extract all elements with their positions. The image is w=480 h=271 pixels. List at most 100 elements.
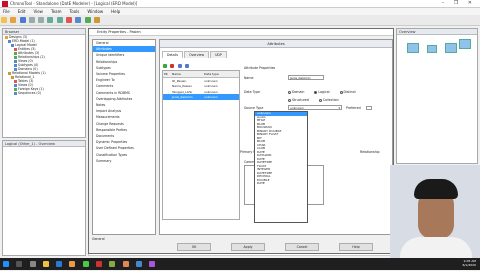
clock[interactable]: 9:05 AM 6/1/2020 <box>463 259 476 267</box>
source-type-value: unknown <box>290 106 304 110</box>
menu-bar: File Edit View Team Tools Window Help <box>0 8 480 15</box>
ok-button[interactable]: OK <box>177 243 211 251</box>
radio-option[interactable]: Logical <box>314 90 330 94</box>
cancel-button[interactable]: Cancel <box>285 243 319 251</box>
tree-item[interactable]: Sequences (0) <box>3 91 85 95</box>
edge-icon[interactable] <box>56 261 63 267</box>
source-type-dropdown[interactable]: unknown Audio BFILE BLOB BOOLEAN BINARY DOUBL… <box>254 111 308 223</box>
props-section-label: Attribute Properties <box>244 66 276 70</box>
start-icon[interactable] <box>3 261 9 267</box>
redo-icon[interactable] <box>56 17 63 23</box>
engineer-icon[interactable] <box>93 17 100 23</box>
view-icon[interactable] <box>75 17 82 23</box>
radio-option[interactable]: Domain <box>288 90 304 94</box>
right-panel-title: Overview <box>397 29 477 35</box>
table-row[interactable]: Nama_Pasien unknown <box>163 83 239 89</box>
app-icon-6[interactable] <box>135 261 142 267</box>
menu-item-file[interactable]: File <box>3 9 10 14</box>
datatype-label: Data Type <box>244 90 260 94</box>
preferred-select[interactable] <box>366 106 372 110</box>
add-icon[interactable] <box>163 64 167 68</box>
overview-panel: Logical (Other_1) - Overview <box>2 140 86 256</box>
remove-icon[interactable] <box>170 64 175 68</box>
search-icon[interactable] <box>16 261 23 267</box>
right-overview-panel: Overview <box>396 28 478 164</box>
cell-type: unknown <box>204 84 218 88</box>
radio-option[interactable]: Structured <box>288 98 309 102</box>
open-icon[interactable] <box>10 17 17 23</box>
entity-icon[interactable] <box>65 17 72 23</box>
title-bar: ChronoTool - Standalone (DatE Modeler) -… <box>0 0 480 8</box>
save-icon[interactable] <box>19 17 26 23</box>
name-label: Name <box>244 76 254 80</box>
cell-name: Nama_Pasien <box>172 84 192 88</box>
cut-icon[interactable] <box>28 17 35 23</box>
name-field[interactable]: Jenis_Kelamin <box>288 75 324 80</box>
radio-label: Structured <box>292 98 309 102</box>
radio-option[interactable]: Distinct <box>339 90 356 94</box>
relationship-label: Relationship <box>360 150 380 154</box>
radio-circle[interactable] <box>339 90 343 94</box>
move-up-icon[interactable] <box>177 64 182 68</box>
tab-details[interactable]: Details <box>162 51 184 58</box>
menu-item-view[interactable]: View <box>33 9 43 14</box>
dropdown-option[interactable]: DATE <box>255 181 307 186</box>
shirt <box>400 237 472 258</box>
radio-circle[interactable] <box>288 98 291 102</box>
radio-label: Collection <box>322 98 339 102</box>
column-header[interactable]: Data type <box>203 72 233 77</box>
menu-item-tools[interactable]: Tools <box>70 9 80 14</box>
cell-name: Jenis_Kelamin <box>172 95 193 99</box>
app-icon-5[interactable] <box>122 261 129 267</box>
apply-button[interactable]: Apply <box>231 243 265 251</box>
window-title: ChronoTool - Standalone (DatE Modeler) -… <box>10 1 138 6</box>
task-view-icon[interactable] <box>29 261 36 267</box>
radio-circle[interactable] <box>314 90 318 94</box>
new-icon[interactable] <box>1 17 7 23</box>
menu-item-edit[interactable]: Edit <box>18 9 26 14</box>
overview-panel-title: Logical (Other_1) - Overview <box>3 141 85 147</box>
relation-icon[interactable] <box>84 17 91 23</box>
attributes-header: Attributes <box>160 40 392 48</box>
datatype-radios: Domain Logical Distinct <box>288 89 388 94</box>
footer-label: General <box>92 237 105 241</box>
copy-icon[interactable] <box>38 17 45 23</box>
menu-item-help[interactable]: Help <box>111 9 120 14</box>
app-icon-4[interactable] <box>109 261 116 267</box>
move-down-icon[interactable] <box>184 64 189 68</box>
dialog-nav-item[interactable]: Summary <box>93 158 155 164</box>
taskbar: 9:05 AM 6/1/2020 <box>0 258 480 270</box>
browser-panel: Browser Designs (3) ERD Model (1) Logical … <box>2 28 86 138</box>
source-type-label: Source Type <box>244 106 264 110</box>
app-icon <box>2 1 8 7</box>
dialog-nav: General Attributes Unique Identifiers Relat… <box>92 39 156 235</box>
menu-item-window[interactable]: Window <box>87 9 103 14</box>
table-row[interactable]: Jenis_Kelamin unknown <box>163 94 239 100</box>
help-button[interactable]: Help <box>339 243 373 251</box>
app-icon-2[interactable] <box>82 261 89 267</box>
dialog-buttons: OK Apply Cancel Help <box>177 243 393 251</box>
toolbar <box>0 15 480 26</box>
tab-overview[interactable]: Overview <box>184 51 210 58</box>
undo-icon[interactable] <box>47 17 54 23</box>
radio-circle[interactable] <box>288 90 291 94</box>
source-type-select[interactable]: unknown ▾ <box>288 105 342 110</box>
radio-option[interactable]: Collection <box>318 98 339 102</box>
menu-item-team[interactable]: Team <box>51 9 62 14</box>
radio-label: Domain <box>292 90 305 94</box>
diagram-thumb <box>407 43 419 53</box>
radio-label: Distinct <box>343 90 356 94</box>
tab-udp[interactable]: UDP <box>210 51 227 58</box>
preferred-label: Preferred <box>346 106 361 110</box>
window-controls[interactable]: – ❐ ✕ <box>442 0 476 6</box>
webcam-overlay <box>390 165 480 258</box>
radio-circle[interactable] <box>318 98 322 102</box>
column-header[interactable]: Name <box>171 72 203 77</box>
app-icon-1[interactable] <box>69 261 76 267</box>
radio-label: Logical <box>318 90 330 94</box>
app-icon-3[interactable] <box>95 261 102 267</box>
chevron-down-icon[interactable]: ▾ <box>338 106 340 110</box>
app-icon-7[interactable] <box>149 261 156 267</box>
column-header[interactable]: PK <box>163 72 171 77</box>
explorer-icon[interactable] <box>42 261 49 267</box>
